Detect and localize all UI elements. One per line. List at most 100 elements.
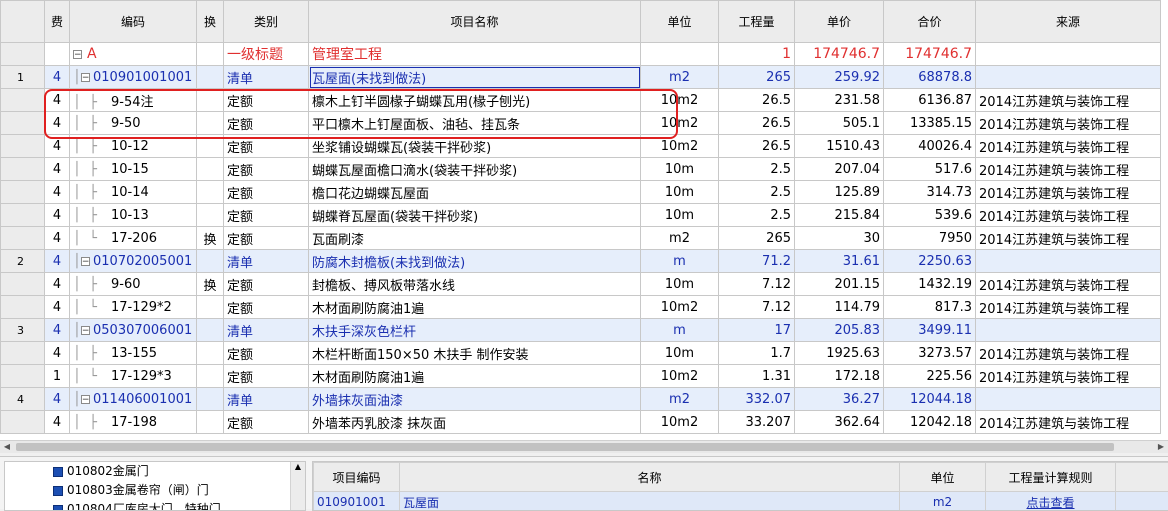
fee-cell[interactable]: 4 xyxy=(45,388,70,411)
fee-cell[interactable]: 4 xyxy=(45,342,70,365)
fee-cell[interactable]: 4 xyxy=(45,319,70,342)
quantity-cell[interactable]: 17 xyxy=(719,319,795,342)
bill-item-row[interactable]: 14│−010901001001清单瓦屋面(未找到做法)m2265259.926… xyxy=(1,66,1161,89)
name-cell[interactable]: 外墙苯丙乳胶漆 抹灰面 xyxy=(309,411,641,434)
swap-cell[interactable] xyxy=(197,89,224,112)
quantity-cell[interactable]: 26.5 xyxy=(719,112,795,135)
quantity-cell[interactable]: 332.07 xyxy=(719,388,795,411)
total-cell[interactable]: 3273.57 xyxy=(884,342,976,365)
category-cell[interactable]: 清单 xyxy=(224,388,309,411)
fee-cell[interactable]: 4 xyxy=(45,204,70,227)
source-cell[interactable] xyxy=(976,388,1161,411)
price-cell[interactable]: 172.18 xyxy=(795,365,884,388)
fee-cell[interactable] xyxy=(45,43,70,66)
collapse-icon[interactable]: − xyxy=(81,73,90,82)
unit-cell[interactable]: 10m2 xyxy=(641,411,719,434)
quota-row[interactable]: 4│ ├9-50定额平口檩木上钉屋面板、油毡、挂瓦条10m226.5505.11… xyxy=(1,112,1161,135)
swap-cell[interactable] xyxy=(197,342,224,365)
price-cell[interactable]: 31.61 xyxy=(795,250,884,273)
fee-cell[interactable]: 4 xyxy=(45,66,70,89)
code-cell[interactable]: │−050307006001 xyxy=(70,319,197,342)
swap-cell[interactable] xyxy=(197,204,224,227)
code-cell[interactable]: │ └17-206 xyxy=(70,227,197,250)
tree-item[interactable]: 010803金属卷帘（闸）门 xyxy=(5,481,305,500)
total-cell[interactable]: 314.73 xyxy=(884,181,976,204)
row-number[interactable]: 1 xyxy=(1,66,45,89)
name-header[interactable]: 项目名称 xyxy=(309,1,641,43)
category-cell[interactable]: 定额 xyxy=(224,273,309,296)
code-cell[interactable]: │ ├13-155 xyxy=(70,342,197,365)
section-title-row[interactable]: −A一级标题管理室工程1174746.7174746.7 xyxy=(1,43,1161,66)
name-cell[interactable]: 檐口花边蝴蝶瓦屋面 xyxy=(309,181,641,204)
total-cell[interactable]: 7950 xyxy=(884,227,976,250)
quantity-cell[interactable]: 26.5 xyxy=(719,135,795,158)
quota-row[interactable]: 1│ └17-129*3定额木材面刷防腐油1遍10m21.31172.18225… xyxy=(1,365,1161,388)
quantity-cell[interactable]: 2.5 xyxy=(719,181,795,204)
total-cell[interactable]: 225.56 xyxy=(884,365,976,388)
code-cell[interactable]: │−011406001001 xyxy=(70,388,197,411)
tree-scrollbar[interactable]: ▲ xyxy=(290,462,305,510)
category-cell[interactable]: 一级标题 xyxy=(224,43,309,66)
total-cell[interactable]: 517.6 xyxy=(884,158,976,181)
rules-row[interactable]: 010901001 瓦屋面 m2 点击查看 xyxy=(314,492,1168,511)
quantity-cell[interactable]: 2.5 xyxy=(719,158,795,181)
price-cell[interactable]: 259.92 xyxy=(795,66,884,89)
collapse-icon[interactable]: − xyxy=(81,395,90,404)
row-number[interactable] xyxy=(1,135,45,158)
unit-cell[interactable]: 10m xyxy=(641,273,719,296)
quota-row[interactable]: 4│ ├10-15定额蝴蝶瓦屋面檐口滴水(袋装干拌砂浆)10m2.5207.04… xyxy=(1,158,1161,181)
fee-cell[interactable]: 4 xyxy=(45,250,70,273)
name-cell[interactable]: 瓦屋面(未找到做法) xyxy=(309,66,641,89)
category-cell[interactable]: 定额 xyxy=(224,227,309,250)
quantity-cell[interactable]: 26.5 xyxy=(719,89,795,112)
row-number[interactable] xyxy=(1,365,45,388)
name-cell[interactable]: 管理室工程 xyxy=(309,43,641,66)
category-cell[interactable]: 定额 xyxy=(224,135,309,158)
total-cell[interactable]: 817.3 xyxy=(884,296,976,319)
source-cell[interactable]: 2014江苏建筑与装饰工程 xyxy=(976,296,1161,319)
code-cell[interactable]: │ ├17-198 xyxy=(70,411,197,434)
source-cell[interactable]: 2014江苏建筑与装饰工程 xyxy=(976,89,1161,112)
price-cell[interactable]: 205.83 xyxy=(795,319,884,342)
fee-cell[interactable]: 4 xyxy=(45,135,70,158)
swap-cell[interactable] xyxy=(197,250,224,273)
swap-cell[interactable] xyxy=(197,66,224,89)
quota-row[interactable]: 4│ └17-129*2定额木材面刷防腐油1遍10m27.12114.79817… xyxy=(1,296,1161,319)
fee-cell[interactable]: 4 xyxy=(45,89,70,112)
swap-cell[interactable]: 换 xyxy=(197,273,224,296)
swap-cell[interactable] xyxy=(197,135,224,158)
swap-cell[interactable] xyxy=(197,43,224,66)
category-cell[interactable]: 定额 xyxy=(224,342,309,365)
code-cell[interactable]: −A xyxy=(70,43,197,66)
fee-cell[interactable]: 4 xyxy=(45,273,70,296)
scroll-right-icon[interactable]: ▶ xyxy=(1154,441,1168,453)
price-cell[interactable]: 201.15 xyxy=(795,273,884,296)
fee-cell[interactable]: 4 xyxy=(45,411,70,434)
total-cell[interactable]: 174746.7 xyxy=(884,43,976,66)
total-header[interactable]: 合价 xyxy=(884,1,976,43)
source-cell[interactable]: 2014江苏建筑与装饰工程 xyxy=(976,227,1161,250)
source-cell[interactable] xyxy=(976,66,1161,89)
name-cell[interactable]: 檩木上钉半圆椽子蝴蝶瓦用(椽子刨光) xyxy=(309,89,641,112)
source-cell[interactable]: 2014江苏建筑与装饰工程 xyxy=(976,158,1161,181)
swap-cell[interactable] xyxy=(197,296,224,319)
swap-cell[interactable] xyxy=(197,411,224,434)
scroll-left-icon[interactable]: ◀ xyxy=(0,441,14,453)
source-cell[interactable]: 2014江苏建筑与装饰工程 xyxy=(976,181,1161,204)
category-cell[interactable]: 定额 xyxy=(224,112,309,135)
name-cell[interactable]: 封檐板、搏风板带落水线 xyxy=(309,273,641,296)
quota-row[interactable]: 4│ ├10-12定额坐浆铺设蝴蝶瓦(袋装干拌砂浆)10m226.51510.4… xyxy=(1,135,1161,158)
row-number[interactable] xyxy=(1,158,45,181)
quantity-cell[interactable]: 265 xyxy=(719,227,795,250)
price-cell[interactable]: 114.79 xyxy=(795,296,884,319)
code-cell[interactable]: │ ├9-60 xyxy=(70,273,197,296)
name-cell[interactable]: 蝴蝶瓦屋面檐口滴水(袋装干拌砂浆) xyxy=(309,158,641,181)
unit-cell[interactable] xyxy=(641,43,719,66)
source-cell[interactable]: 2014江苏建筑与装饰工程 xyxy=(976,342,1161,365)
name-cell[interactable]: 平口檩木上钉屋面板、油毡、挂瓦条 xyxy=(309,112,641,135)
total-cell[interactable]: 13385.15 xyxy=(884,112,976,135)
source-cell[interactable]: 2014江苏建筑与装饰工程 xyxy=(976,411,1161,434)
quota-row[interactable]: 4│ ├9-60换定额封檐板、搏风板带落水线10m7.12201.151432.… xyxy=(1,273,1161,296)
unit-cell[interactable]: m2 xyxy=(641,388,719,411)
source-cell[interactable] xyxy=(976,319,1161,342)
